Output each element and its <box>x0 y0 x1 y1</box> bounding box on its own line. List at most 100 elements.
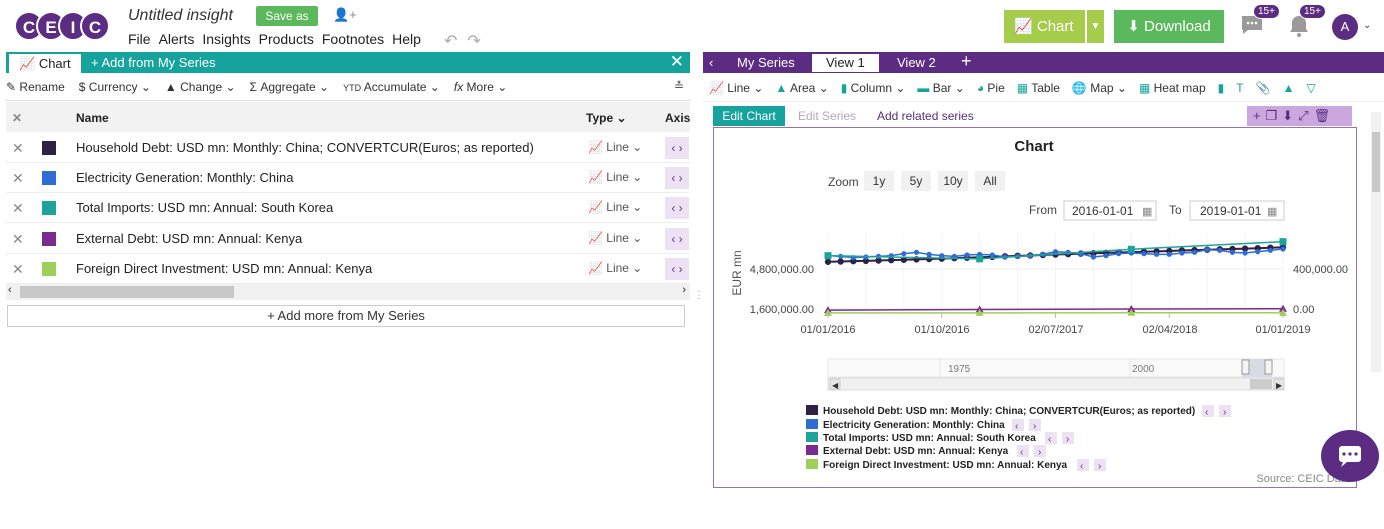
legend-item[interactable]: Electricity Generation: Monthly: China ‹ › <box>806 419 1041 432</box>
scrollbar-thumb[interactable] <box>1372 132 1380 192</box>
table-row[interactable]: ✕ Electricity Generation: Monthly: China… <box>6 163 690 193</box>
change-tool[interactable]: ▲ Change ⌄ <box>165 80 236 94</box>
expand-icon[interactable]: ⤢ <box>1298 108 1313 123</box>
table-row[interactable]: ✕ External Debt: USD mn: Annual: Kenya 📈… <box>6 224 690 254</box>
text-icon[interactable]: T <box>1236 81 1243 95</box>
series-name[interactable]: Electricity Generation: Monthly: China <box>76 170 293 185</box>
tab-chart[interactable]: 📈 Chart <box>9 54 81 73</box>
scrollbar-thumb[interactable] <box>20 286 234 298</box>
scroll-right-icon[interactable]: › <box>682 284 686 296</box>
series-type-select[interactable]: 📈 Line ⌄ <box>588 170 642 184</box>
copy-icon[interactable]: ❐ <box>1266 108 1283 123</box>
navigator-handle[interactable] <box>1241 359 1250 375</box>
download-icon[interactable]: ⬇ <box>1282 108 1298 123</box>
axis-switch[interactable]: ‹ › <box>665 137 689 159</box>
axis-switch[interactable]: ‹ › <box>665 258 689 280</box>
edit-chart-button[interactable]: Edit Chart <box>713 106 785 126</box>
scroll-right-icon[interactable]: ▶ <box>1276 381 1283 390</box>
horizontal-scrollbar[interactable]: ‹ › <box>6 284 690 300</box>
tab-add-from-my-series[interactable]: + Add from My Series <box>91 54 216 71</box>
more-tool[interactable]: fx More ⌄ <box>454 80 507 94</box>
series-name[interactable]: Household Debt: USD mn: Monthly: China; … <box>76 140 534 155</box>
column-name[interactable]: Name <box>76 111 109 125</box>
chart-type-pie[interactable]: ◕ Pie <box>977 81 1005 95</box>
attachment-icon[interactable]: 📎 <box>1256 81 1271 95</box>
chart-type-column[interactable]: ▮ Column ⌄ <box>841 81 906 95</box>
series-type-select[interactable]: 📈 Line ⌄ <box>588 231 642 245</box>
ceic-logo[interactable]: C E I C <box>14 11 112 41</box>
undo-icon[interactable]: ↶ <box>444 33 467 50</box>
avatar[interactable]: A <box>1332 14 1358 40</box>
navigator-scrollbar[interactable] <box>827 377 1285 391</box>
menu-alerts[interactable]: Alerts <box>159 31 195 47</box>
table-row[interactable]: ✕ Total Imports: USD mn: Annual: South K… <box>6 193 690 223</box>
tab-my-series[interactable]: My Series <box>737 54 795 72</box>
menu-file[interactable]: File <box>128 31 151 47</box>
chart-type-bar[interactable]: ▬ Bar ⌄ <box>917 81 964 95</box>
trash-icon[interactable]: 🗑 <box>1314 108 1336 123</box>
plus-icon[interactable]: + <box>1253 108 1266 123</box>
add-user-icon[interactable]: 👤+ <box>333 7 357 23</box>
remove-series-icon[interactable]: ✕ <box>12 200 24 217</box>
tabs-back-icon[interactable]: ‹ <box>709 54 713 72</box>
zoom-10y-button[interactable]: 10y <box>938 171 968 191</box>
tab-view-1[interactable]: View 1 <box>812 54 879 72</box>
close-icon[interactable]: ✕ <box>670 52 684 72</box>
chart-type-area[interactable]: ▲ Area ⌄ <box>775 81 828 95</box>
image-icon[interactable]: ▲ <box>1283 81 1295 95</box>
calendar-icon[interactable]: ▦ <box>1142 206 1152 218</box>
chart-type-table[interactable]: ▦ Table <box>1017 81 1060 95</box>
legend-item[interactable]: Household Debt: USD mn: Monthly: China; … <box>806 405 1231 418</box>
insight-title[interactable]: Untitled insight <box>128 7 233 25</box>
chart-type-map[interactable]: 🌐 Map ⌄ <box>1072 81 1127 95</box>
chart-type-line[interactable]: 📈 Line ⌄ <box>709 81 763 95</box>
chart-dropdown-button[interactable]: ▼ <box>1087 10 1104 43</box>
legend-item[interactable]: Foreign Direct Investment: USD mn: Annua… <box>806 459 1106 472</box>
menu-products[interactable]: Products <box>259 31 314 47</box>
calendar-icon[interactable]: ▦ <box>1267 206 1277 218</box>
from-date-input[interactable]: 2016-01-01 ▦ <box>1063 200 1157 221</box>
filter-icon[interactable]: ▽ <box>1306 81 1315 95</box>
series-color-swatch[interactable] <box>42 262 56 276</box>
menu-footnotes[interactable]: Footnotes <box>322 31 384 47</box>
axis-switch[interactable]: ‹ › <box>665 228 689 250</box>
axis-switch[interactable]: ‹ › <box>665 197 689 219</box>
accumulate-tool[interactable]: YTD Accumulate ⌄ <box>343 80 440 94</box>
tab-view-2[interactable]: View 2 <box>897 54 936 72</box>
column-type[interactable]: Type ⌄ <box>586 111 627 125</box>
axis-switch[interactable]: ‹ › <box>665 167 689 189</box>
aggregate-tool[interactable]: Σ Aggregate ⌄ <box>250 80 330 94</box>
table-row[interactable]: ✕ Household Debt: USD mn: Monthly: China… <box>6 133 690 163</box>
range-navigator[interactable]: 1975 2000 ◀ ▶ <box>827 358 1285 391</box>
remove-all-icon[interactable]: ✕ <box>12 111 22 125</box>
series-name[interactable]: Total Imports: USD mn: Annual: South Kor… <box>76 200 333 215</box>
currency-tool[interactable]: $ Currency ⌄ <box>79 80 151 94</box>
series-name[interactable]: External Debt: USD mn: Annual: Kenya <box>76 231 302 246</box>
save-as-button[interactable]: Save as <box>256 6 318 26</box>
menu-insights[interactable]: Insights <box>202 31 250 47</box>
scroll-left-icon[interactable]: ◀ <box>832 381 839 390</box>
collapse-toolbar-icon[interactable]: ≛ <box>674 79 684 93</box>
legend-item[interactable]: Total Imports: USD mn: Annual: South Kor… <box>806 432 1074 445</box>
to-date-input[interactable]: 2019-01-01 ▦ <box>1189 200 1285 221</box>
remove-series-icon[interactable]: ✕ <box>12 170 24 187</box>
add-more-series-button[interactable]: + Add more from My Series <box>7 305 685 327</box>
remove-series-icon[interactable]: ✕ <box>12 231 24 248</box>
series-name[interactable]: Foreign Direct Investment: USD mn: Annua… <box>76 261 372 276</box>
rename-tool[interactable]: ✎ Rename <box>6 80 65 94</box>
chat-button[interactable] <box>1321 430 1379 482</box>
zoom-5y-button[interactable]: 5y <box>901 171 931 191</box>
zoom-1y-button[interactable]: 1y <box>864 171 894 191</box>
redo-icon[interactable]: ↷ <box>467 33 490 50</box>
series-color-swatch[interactable] <box>42 171 56 185</box>
zoom-all-button[interactable]: All <box>975 171 1005 191</box>
add-related-series-button[interactable]: Add related series <box>877 109 1017 123</box>
remove-series-icon[interactable]: ✕ <box>12 140 24 157</box>
navigator-handle[interactable] <box>1264 359 1273 375</box>
chart-button[interactable]: 📈 Chart <box>1004 10 1085 43</box>
table-row[interactable]: ✕ Foreign Direct Investment: USD mn: Ann… <box>6 254 690 284</box>
vertical-scrollbar[interactable] <box>1371 112 1381 372</box>
series-type-select[interactable]: 📈 Line ⌄ <box>588 140 642 154</box>
menu-help[interactable]: Help <box>392 31 421 47</box>
chart-type-heatmap[interactable]: ▦ Heat map <box>1139 81 1206 95</box>
